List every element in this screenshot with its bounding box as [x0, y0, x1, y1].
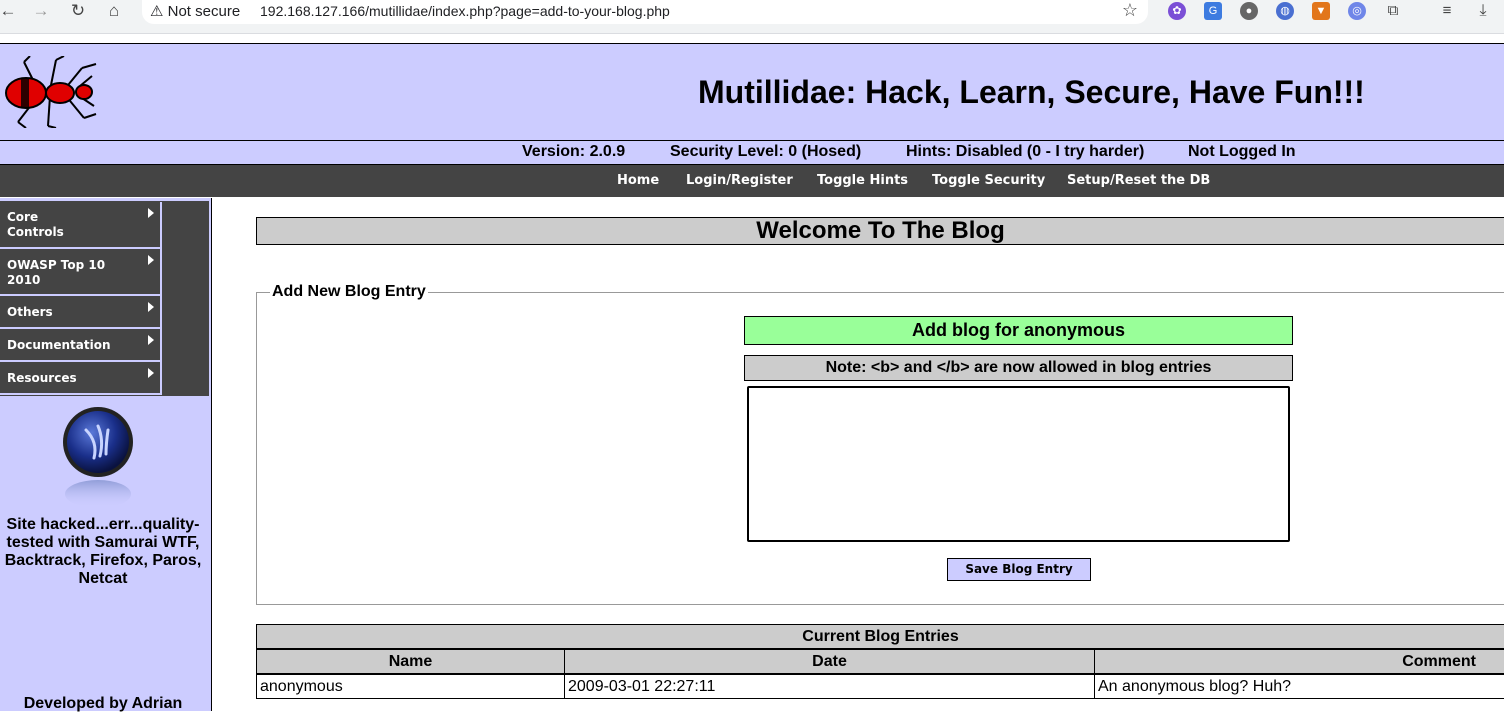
menu-login-link[interactable]: Login/Register — [686, 173, 793, 188]
hacked-line: tested with Samurai WTF, — [6, 534, 200, 551]
chevron-right-icon — [148, 208, 154, 218]
download-icon[interactable]: ⤓ — [1474, 2, 1492, 20]
table-header-date: Date — [564, 649, 1095, 674]
extension-circle-icon[interactable]: ● — [1240, 2, 1258, 20]
add-blog-legend: Add New Blog Entry — [270, 283, 428, 301]
blog-note-label: Note: <b> and </b> are now allowed in bl… — [744, 355, 1293, 381]
developed-by-text: Developed by Adrian — [23, 695, 183, 712]
version-text: Version: 2.0.9 — [522, 143, 626, 160]
sidebar-item-label: Documentation — [7, 338, 111, 352]
blog-entry-textarea[interactable] — [747, 386, 1290, 542]
menu-toggle-security-link[interactable]: Toggle Security — [932, 173, 1045, 188]
media-controls-icon[interactable]: ≡ — [1438, 2, 1456, 20]
sidebar-item-core-controls[interactable]: Core Controls — [0, 202, 162, 249]
menu-setup-link[interactable]: Setup/Reset the DB — [1067, 173, 1210, 188]
sidebar-item-label: Resources — [7, 371, 77, 385]
security-label: Not secure — [167, 3, 241, 20]
forward-icon[interactable]: → — [27, 0, 55, 24]
add-blog-for-user-label: Add blog for anonymous — [744, 316, 1293, 345]
status-bar: Version: 2.0.9 Security Level: 0 (Hosed)… — [0, 141, 1504, 165]
sidebar: Core Controls OWASP Top 10 2010 Others D… — [0, 198, 212, 712]
owasp-logo-icon[interactable] — [60, 406, 136, 510]
reload-icon[interactable]: ↻ — [64, 0, 92, 24]
table-cell-name: anonymous — [256, 674, 565, 699]
table-header-comment: Comment — [1094, 649, 1504, 674]
back-icon[interactable]: ← — [0, 0, 22, 24]
extension-fox-icon[interactable]: ▼ — [1312, 2, 1330, 20]
url-text[interactable]: 192.168.127.166/mutillidae/index.php?pag… — [260, 3, 670, 19]
security-level-text: Security Level: 0 (Hosed) — [670, 143, 862, 160]
site-header: Mutillidae: Hack, Learn, Secure, Have Fu… — [0, 43, 1504, 141]
browser-toolbar: ← → ↻ ⌂ ⚠ Not secure 192.168.127.166/mut… — [0, 0, 1504, 34]
chevron-right-icon — [148, 368, 154, 378]
extension-globe-icon[interactable]: ◍ — [1276, 2, 1294, 20]
extension-search-icon[interactable]: ◎ — [1348, 2, 1366, 20]
hacked-line: Netcat — [78, 570, 128, 587]
site-title: Mutillidae: Hack, Learn, Secure, Have Fu… — [698, 74, 1365, 110]
menu-home-link[interactable]: Home — [617, 173, 659, 188]
ant-logo-icon — [5, 56, 97, 128]
blog-entries-table-title: Current Blog Entries — [256, 624, 1504, 649]
sidebar-hacked-text: Site hacked...err...quality- tested with… — [0, 516, 206, 588]
address-bar[interactable]: ⚠ Not secure 192.168.127.166/mutillidae/… — [142, 0, 1148, 24]
sidebar-item-owasp-top-10[interactable]: OWASP Top 10 2010 — [0, 249, 162, 296]
sidebar-item-label: Others — [7, 305, 53, 319]
hacked-line: Site hacked...err...quality- — [6, 516, 200, 533]
table-header-name: Name — [256, 649, 565, 674]
sidebar-item-label: Core — [7, 210, 39, 224]
chevron-right-icon — [148, 302, 154, 312]
sidebar-item-label: 2010 — [7, 273, 41, 287]
security-indicator[interactable]: ⚠ Not secure — [150, 2, 240, 20]
sidebar-item-others[interactable]: Others — [0, 296, 162, 329]
hints-text: Hints: Disabled (0 - I try harder) — [906, 143, 1145, 160]
extension-flower-icon[interactable]: ✿ — [1168, 2, 1186, 20]
home-icon[interactable]: ⌂ — [100, 0, 128, 24]
login-status-text: Not Logged In — [1188, 143, 1296, 160]
chevron-right-icon — [148, 255, 154, 265]
table-cell-comment: An anonymous blog? Huh? — [1094, 674, 1504, 699]
hacked-line: Backtrack, Firefox, Paros, — [4, 552, 202, 569]
save-blog-entry-button[interactable]: Save Blog Entry — [947, 558, 1091, 581]
sidebar-item-documentation[interactable]: Documentation — [0, 329, 162, 362]
top-menu: Home Login/Register Toggle Hints Toggle … — [0, 165, 1504, 197]
page-title: Welcome To The Blog — [256, 217, 1504, 245]
extensions-puzzle-icon[interactable]: ⧉ — [1384, 2, 1402, 20]
table-cell-date: 2009-03-01 22:27:11 — [564, 674, 1095, 699]
sidebar-item-resources[interactable]: Resources — [0, 362, 162, 395]
bookmark-star-icon[interactable]: ☆ — [1122, 0, 1138, 21]
sidebar-item-label: OWASP Top 10 — [7, 258, 106, 272]
sidebar-item-label: Controls — [7, 225, 64, 239]
extension-translate-icon[interactable]: G — [1204, 2, 1222, 20]
chevron-right-icon — [148, 335, 154, 345]
menu-toggle-hints-link[interactable]: Toggle Hints — [817, 173, 908, 188]
